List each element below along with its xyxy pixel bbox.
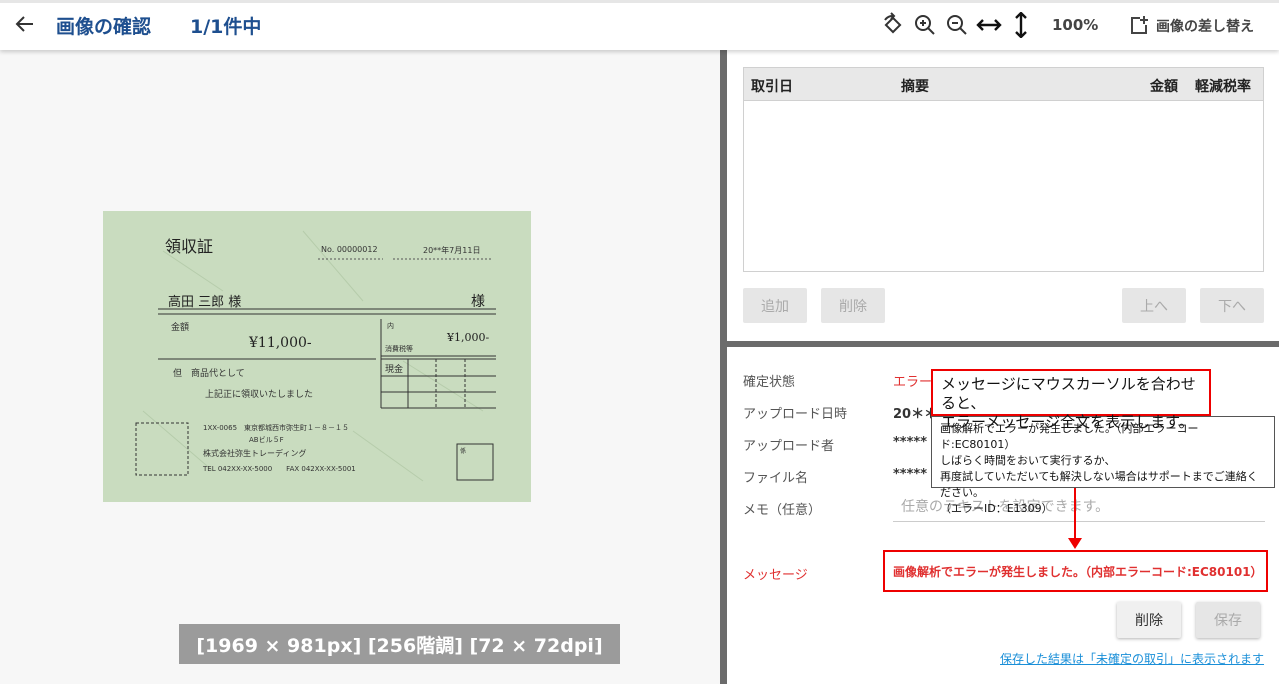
save-button[interactable]: 保存 [1196,602,1260,638]
tooltip-line-2: しばらく時間をおいて実行するか、 [940,454,1116,467]
annotation-arrow-head [1068,538,1082,549]
add-button[interactable]: 追加 [743,288,807,323]
callout-line-2: エラーメッセージ全文を表示します。 [941,413,1194,431]
uploader-label: アップロード者 [743,439,835,454]
upload-date-label: アップロード日時 [743,407,848,422]
receipt-number: No. 00000012 [321,245,378,254]
receipt-company: 株式会社弥生トレーディング [203,449,307,458]
replace-image-label: 画像の差し替え [1156,19,1254,35]
receipt-received: 上記正に領収いたしました [205,390,314,400]
back-arrow-icon[interactable] [12,11,38,37]
transactions-table-header: 取引日 摘要 金額 軽減税率 [744,68,1263,101]
zoom-in-icon[interactable] [912,12,938,38]
column-date: 取引日 [751,79,793,95]
receipt-inner-label: 内 [387,322,394,330]
replace-image-button[interactable]: 画像の差し替え [1128,12,1254,40]
receipt-phone: TEL 042XX-XX-5000 FAX 042XX-XX-5001 [203,465,356,473]
receipt-cash-label: 現金 [385,365,404,375]
delete-button[interactable]: 削除 [1117,602,1181,638]
move-up-button[interactable]: 上へ [1122,288,1186,323]
transactions-table: 取引日 摘要 金額 軽減税率 [743,67,1264,272]
receipt-address2: ABビル５F [249,436,284,444]
column-amount: 金額 [1150,79,1178,95]
zoom-level: 100% [1052,16,1099,34]
tooltip-line-3: 再度試していただいても解決しない場合はサポートまでご連絡ください。 [940,470,1258,499]
page-title: 画像の確認 [56,16,152,38]
receipt-tax-label: 消費税等 [385,345,413,353]
receipt-amount-label: 金額 [171,323,190,333]
receipt-inner-amount: ¥1,000- [447,331,490,344]
receipt-proviso: 但 商品代として [173,369,245,379]
filename-value: ***** [893,467,927,482]
column-tax-rate: 軽減税率 [1195,79,1251,95]
filename-label: ファイル名 [743,471,809,486]
memo-label: メモ（任意） [743,503,822,518]
tooltip-line-4: （エラーID：E1309） [940,502,1053,515]
status-label: 確定状態 [743,375,796,390]
receipt-heading: 領収証 [165,237,214,256]
uploader-value: ***** [893,435,927,450]
receipt-date: 20**年7月11日 [423,246,481,255]
vertical-divider[interactable] [720,50,727,684]
receipt-image: 領収証 No. 00000012 20**年7月11日 高田 三郎 様 様 金額… [103,211,531,502]
fit-height-icon[interactable] [1008,11,1034,39]
zoom-out-icon[interactable] [944,12,970,38]
row-delete-button[interactable]: 削除 [821,288,885,323]
column-summary: 摘要 [901,79,929,95]
message-label: メッセージ [743,568,808,583]
annotation-arrow-line [1074,488,1076,540]
receipt-stamp-label: 係 [460,448,467,455]
fit-width-icon[interactable] [976,12,1002,38]
receipt-sama: 様 [471,294,485,310]
top-bar: 画像の確認 1/1件中 100% 画像の差し替え [0,0,1279,50]
page-count: 1/1件中 [190,16,262,38]
receipt-recipient: 高田 三郎 様 [168,295,242,310]
receipt-amount: ¥11,000- [249,335,312,351]
unconfirmed-transactions-link[interactable]: 保存した結果は「未確定の取引」に表示されます [1000,650,1264,667]
move-down-button[interactable]: 下へ [1200,288,1264,323]
annotation-callout: メッセージにマウスカーソルを合わせると、 エラーメッセージ全文を表示します。 [931,369,1211,431]
callout-line-1: メッセージにマウスカーソルを合わせると、 [941,375,1196,412]
error-message[interactable]: 画像解析でエラーが発生しました。（内部エラーコード:EC80101） [883,550,1268,592]
image-info-badge: [1969 × 981px] [256階調] [72 × 72dpi] [179,624,620,664]
receipt-address1: 1XX-0065 東京都城西市弥生町１－８－１５ [203,424,350,432]
replace-image-icon [1131,16,1148,34]
rotate-icon[interactable] [880,12,906,38]
status-value: エラー [893,375,933,390]
